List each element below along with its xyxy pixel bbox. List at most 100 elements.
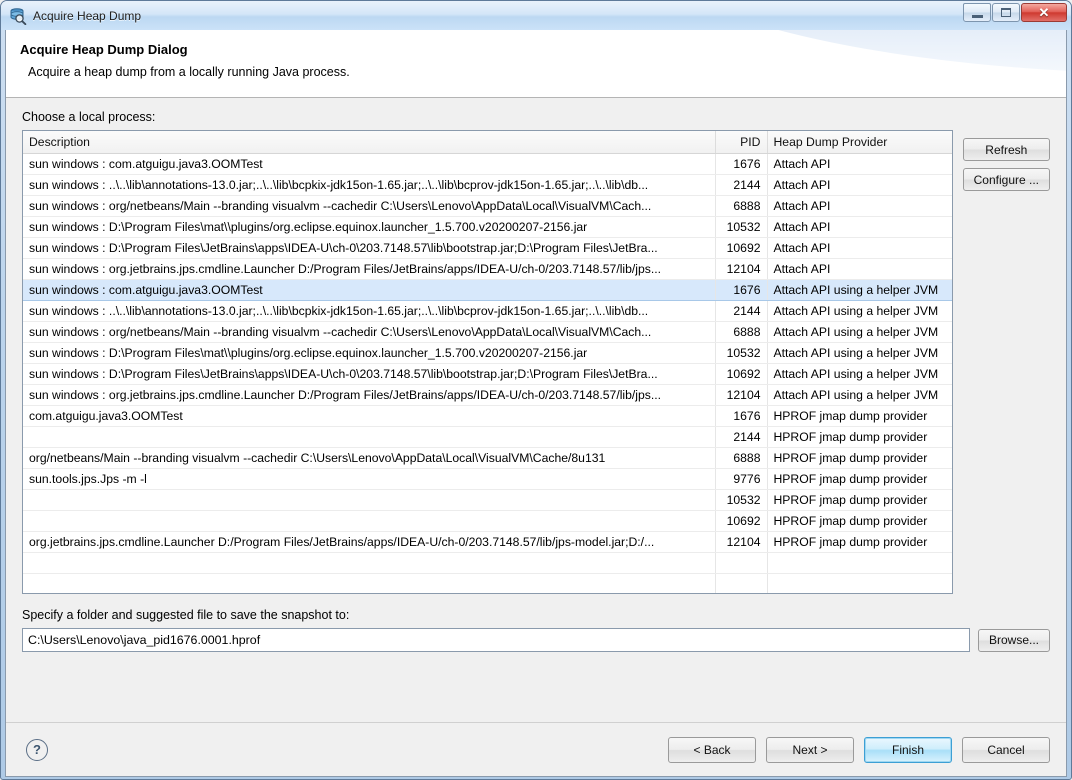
cell-pid: 10532 <box>715 216 768 238</box>
help-icon[interactable]: ? <box>26 738 48 761</box>
cell-provider: Attach API <box>767 195 952 217</box>
cell-provider: Attach API using a helper JVM <box>767 278 952 301</box>
cell-pid: 10692 <box>715 510 768 532</box>
table-row[interactable]: sun windows : D:\Program Files\JetBrains… <box>23 363 952 385</box>
cell-description: sun windows : org/netbeans/Main --brandi… <box>23 195 716 217</box>
dialog-footer: ? < Back Next > Finish Cancel <box>6 722 1066 776</box>
cell-provider: HPROF jmap dump provider <box>767 468 952 490</box>
table-row[interactable]: sun windows : D:\Program Files\mat\\plug… <box>23 342 952 364</box>
table-row[interactable]: org/netbeans/Main --branding visualvm --… <box>23 447 952 469</box>
cancel-button[interactable]: Cancel <box>962 736 1050 763</box>
save-path-section: Specify a folder and suggested file to s… <box>22 608 1050 652</box>
cell-pid: 6888 <box>715 447 768 469</box>
cell-provider: Attach API using a helper JVM <box>767 363 952 385</box>
table-row[interactable]: sun windows : org/netbeans/Main --brandi… <box>23 321 952 343</box>
cell-description: sun windows : org.jetbrains.jps.cmdline.… <box>23 384 716 406</box>
cell-description: org/netbeans/Main --branding visualvm --… <box>23 447 716 469</box>
refresh-button[interactable]: Refresh <box>962 138 1050 161</box>
table-row[interactable]: sun windows : org.jetbrains.jps.cmdline.… <box>23 258 952 280</box>
table-row[interactable]: 10532 HPROF jmap dump provider <box>23 489 952 511</box>
cell-provider: Attach API using a helper JVM <box>767 300 952 322</box>
dialog-window: Acquire Heap Dump ✕ Acquire Heap Dump Di… <box>0 0 1072 780</box>
table-row[interactable]: 10692 HPROF jmap dump provider <box>23 510 952 532</box>
cell-provider: Attach API using a helper JVM <box>767 384 952 406</box>
table-row[interactable]: sun windows : D:\Program Files\mat\\plug… <box>23 216 952 238</box>
cell-pid: 6888 <box>715 195 768 217</box>
cell-pid: 10532 <box>715 489 768 511</box>
cell-description: com.atguigu.java3.OOMTest <box>23 405 716 427</box>
back-button[interactable]: < Back <box>668 736 756 763</box>
cell-provider: Attach API <box>767 153 952 175</box>
configure-button[interactable]: Configure ... <box>962 168 1050 191</box>
cell-pid: 12104 <box>715 531 768 553</box>
cell-pid: 1676 <box>715 278 768 301</box>
cell-description <box>23 426 716 448</box>
table-side-buttons: Refresh Configure ... <box>962 130 1050 191</box>
save-path-input[interactable] <box>22 628 970 652</box>
maximize-button[interactable] <box>992 3 1020 22</box>
cell-pid: 12104 <box>715 384 768 406</box>
process-table-body: sun windows : com.atguigu.java3.OOMTest 1… <box>23 153 952 593</box>
table-row[interactable] <box>23 573 952 593</box>
cell-pid: 10532 <box>715 342 768 364</box>
cell-provider: Attach API <box>767 237 952 259</box>
next-button[interactable]: Next > <box>766 736 854 763</box>
heap-dump-search-icon <box>9 7 27 25</box>
cell-provider: HPROF jmap dump provider <box>767 426 952 448</box>
title-bar: Acquire Heap Dump ✕ <box>1 1 1071 30</box>
table-row[interactable]: sun.tools.jps.Jps -m -l 9776 HPROF jmap du… <box>23 468 952 490</box>
dialog-body: Choose a local process: Description PID … <box>6 98 1066 722</box>
column-header-provider[interactable]: Heap Dump Provider <box>767 131 952 154</box>
cell-description <box>23 510 716 532</box>
cell-provider <box>767 573 952 593</box>
cell-pid: 2144 <box>715 426 768 448</box>
table-row[interactable]: org.jetbrains.jps.cmdline.Launcher D:/Pr… <box>23 531 952 553</box>
cell-provider: HPROF jmap dump provider <box>767 489 952 511</box>
cell-provider: HPROF jmap dump provider <box>767 405 952 427</box>
window-title: Acquire Heap Dump <box>33 8 142 23</box>
window-controls: ✕ <box>963 3 1067 22</box>
cell-pid: 10692 <box>715 237 768 259</box>
cell-description: sun windows : com.atguigu.java3.OOMTest <box>23 153 716 175</box>
cell-pid: 1676 <box>715 153 768 175</box>
browse-button[interactable]: Browse... <box>977 628 1050 652</box>
finish-button[interactable]: Finish <box>864 736 952 763</box>
cell-description: sun windows : D:\Program Files\JetBrains… <box>23 237 716 259</box>
save-path-row: Browse... <box>22 628 1050 652</box>
cell-provider: Attach API using a helper JVM <box>767 342 952 364</box>
column-header-pid[interactable]: PID <box>715 131 768 154</box>
table-row[interactable]: sun windows : org/netbeans/Main --brandi… <box>23 195 952 217</box>
cell-description: org.jetbrains.jps.cmdline.Launcher D:/Pr… <box>23 531 716 553</box>
cell-provider: HPROF jmap dump provider <box>767 531 952 553</box>
table-row[interactable] <box>23 552 952 574</box>
table-row[interactable]: sun windows : com.atguigu.java3.OOMTest 1… <box>23 278 952 301</box>
cell-description: sun.tools.jps.Jps -m -l <box>23 468 716 490</box>
dialog-banner: Acquire Heap Dump Dialog Acquire a heap … <box>6 30 1066 98</box>
table-row[interactable]: sun windows : D:\Program Files\JetBrains… <box>23 237 952 259</box>
minimize-icon <box>971 14 983 18</box>
cell-provider: Attach API <box>767 174 952 196</box>
cell-description: sun windows : ..\..\lib\annotations-13.0… <box>23 174 716 196</box>
cell-description: sun windows : org.jetbrains.jps.cmdline.… <box>23 258 716 280</box>
table-row[interactable]: sun windows : org.jetbrains.jps.cmdline.… <box>23 384 952 406</box>
cell-provider: Attach API <box>767 216 952 238</box>
table-row[interactable]: sun windows : com.atguigu.java3.OOMTest 1… <box>23 153 952 175</box>
table-row[interactable]: 2144 HPROF jmap dump provider <box>23 426 952 448</box>
column-header-description[interactable]: Description <box>23 131 716 154</box>
page-title: Acquire Heap Dump Dialog <box>20 42 188 57</box>
cell-pid <box>715 573 768 593</box>
cell-provider: Attach API <box>767 258 952 280</box>
close-button[interactable]: ✕ <box>1021 3 1067 22</box>
cell-provider: Attach API using a helper JVM <box>767 321 952 343</box>
minimize-button[interactable] <box>963 3 991 22</box>
dialog-client-area: Acquire Heap Dump Dialog Acquire a heap … <box>5 30 1067 777</box>
process-list-label: Choose a local process: <box>22 110 156 124</box>
cell-pid: 2144 <box>715 300 768 322</box>
table-row[interactable]: com.atguigu.java3.OOMTest 1676 HPROF jmap … <box>23 405 952 427</box>
process-table-container[interactable]: Description PID Heap Dump Provider sun w… <box>22 130 953 594</box>
table-row[interactable]: sun windows : ..\..\lib\annotations-13.0… <box>23 300 952 322</box>
cell-description: sun windows : com.atguigu.java3.OOMTest <box>23 278 716 301</box>
cell-provider: HPROF jmap dump provider <box>767 510 952 532</box>
cell-description: sun windows : org/netbeans/Main --brandi… <box>23 321 716 343</box>
table-row[interactable]: sun windows : ..\..\lib\annotations-13.0… <box>23 174 952 196</box>
